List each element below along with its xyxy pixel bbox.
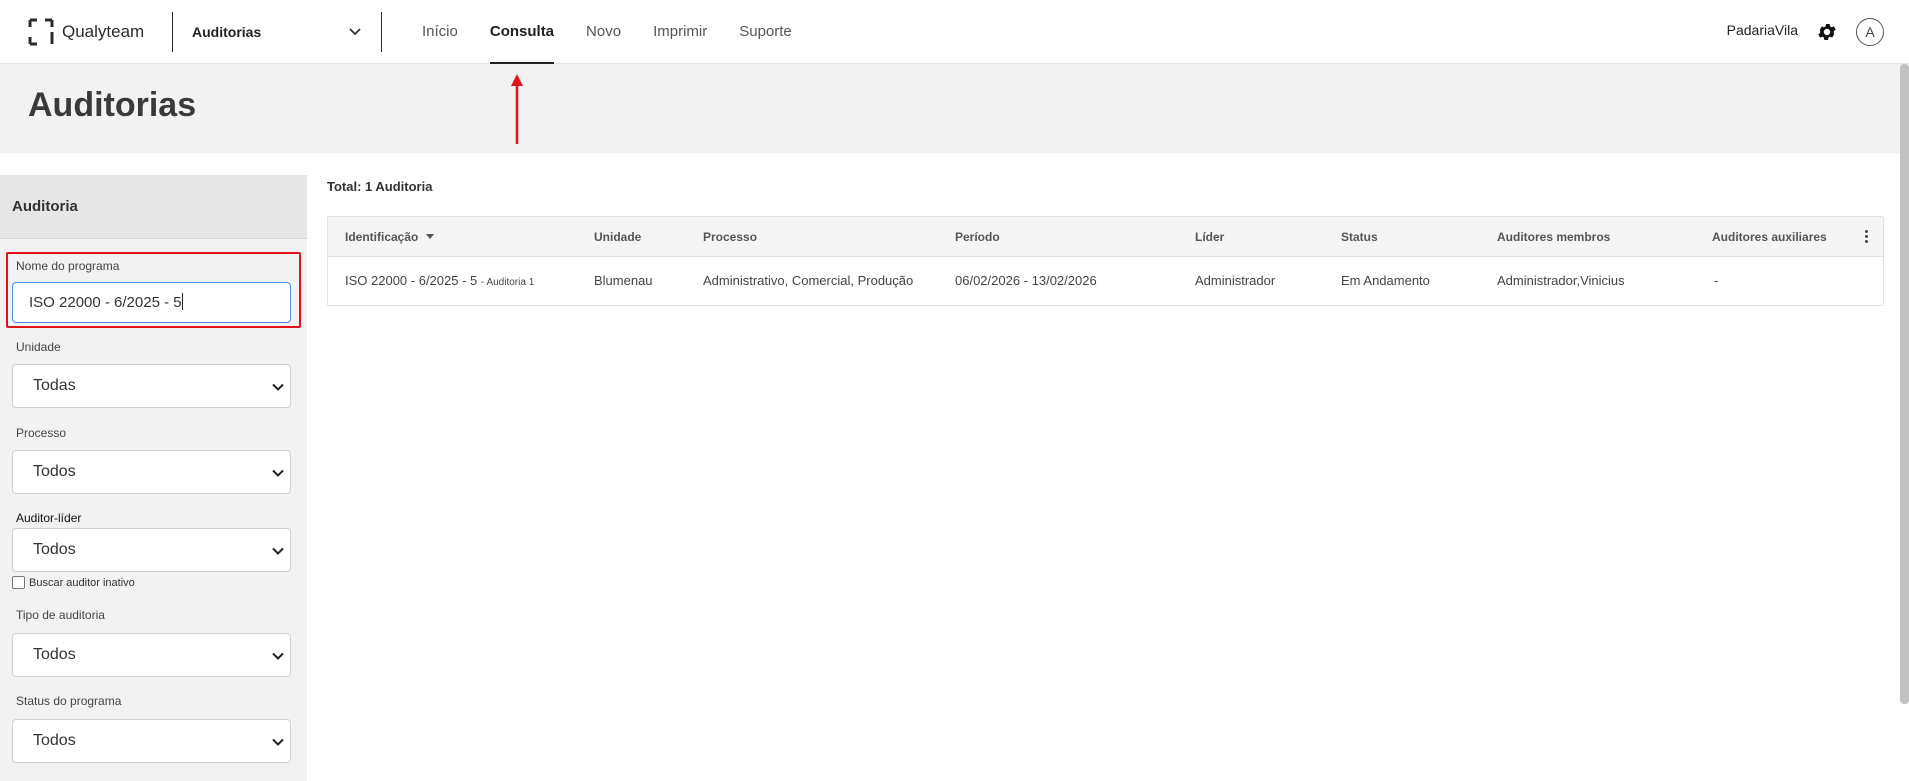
cell-id-suffix: - Auditoria 1 — [480, 277, 535, 288]
avatar[interactable]: A — [1856, 18, 1884, 46]
page-scrollbar[interactable] — [1900, 64, 1909, 704]
table-header: Identificação Unidade Processo Período L… — [328, 217, 1883, 257]
cell-auditores-auxiliares: - — [1714, 273, 1719, 288]
cell-auditores-membros: Administrador,Vinicius — [1497, 273, 1625, 288]
text-caret — [181, 293, 183, 310]
col-auditores-auxiliares[interactable]: Auditores auxiliares — [1712, 217, 1827, 257]
col-label: Identificação — [345, 230, 419, 244]
col-identificacao[interactable]: Identificação — [345, 217, 435, 257]
main-nav: Início Consulta Novo Imprimir Suporte — [406, 0, 808, 64]
nav-suporte[interactable]: Suporte — [723, 0, 808, 64]
process-select[interactable]: Todos — [12, 450, 291, 494]
chevron-down-icon — [272, 469, 284, 477]
audit-type-value: Todos — [33, 646, 76, 663]
gear-icon[interactable] — [1816, 21, 1838, 43]
unit-label: Unidade — [16, 340, 61, 354]
nav-novo[interactable]: Novo — [570, 0, 637, 64]
audit-type-label: Tipo de auditoria — [16, 608, 105, 622]
inactive-auditor-checkbox[interactable]: Buscar auditor inativo — [12, 576, 135, 589]
company-name[interactable]: PadariaVila — [1727, 22, 1798, 38]
audit-type-select[interactable]: Todos — [12, 633, 291, 677]
annotation-arrow-icon — [511, 74, 523, 144]
divider — [381, 12, 382, 52]
column-options-icon[interactable] — [1865, 230, 1869, 244]
program-status-label: Status do programa — [16, 694, 122, 708]
logo-text: Qualyteam — [62, 22, 145, 41]
results-total: Total: 1 Auditoria — [327, 179, 433, 194]
col-periodo[interactable]: Período — [955, 217, 1000, 257]
lead-auditor-value: Todos — [33, 541, 76, 558]
checkbox[interactable] — [12, 576, 25, 589]
nav-imprimir[interactable]: Imprimir — [637, 0, 723, 64]
filter-heading: Auditoria — [0, 175, 307, 239]
table-row[interactable]: ISO 22000 - 6/2025 - 5 - Auditoria 1 Blu… — [328, 257, 1883, 305]
col-unidade[interactable]: Unidade — [594, 217, 641, 257]
divider — [172, 12, 173, 52]
sort-desc-icon — [426, 234, 435, 239]
top-bar: Qualyteam Auditorias Início Consulta Nov… — [0, 0, 1909, 64]
module-selector[interactable]: Auditorias — [192, 20, 362, 44]
nav-inicio[interactable]: Início — [406, 0, 474, 64]
unit-select[interactable]: Todas — [12, 364, 291, 408]
results-table: Identificação Unidade Processo Período L… — [327, 216, 1884, 306]
qualyteam-logo[interactable]: Qualyteam — [28, 17, 144, 47]
page-header: Auditorias — [0, 64, 1909, 153]
col-lider[interactable]: Líder — [1195, 217, 1224, 257]
chevron-down-icon — [272, 547, 284, 555]
program-name-label: Nome do programa — [16, 259, 120, 273]
program-status-select[interactable]: Todos — [12, 719, 291, 763]
process-value: Todos — [33, 463, 76, 480]
chevron-down-icon — [349, 28, 361, 36]
cell-status: Em Andamento — [1341, 273, 1430, 288]
cell-id: ISO 22000 - 6/2025 - 5 — [345, 273, 478, 288]
cell-periodo: 06/02/2026 - 13/02/2026 — [955, 273, 1097, 288]
cell-lider: Administrador — [1195, 273, 1276, 288]
chevron-down-icon — [272, 383, 284, 391]
col-auditores-membros[interactable]: Auditores membros — [1497, 217, 1610, 257]
chevron-down-icon — [272, 738, 284, 746]
page-title: Auditorias — [28, 86, 197, 124]
nav-consulta[interactable]: Consulta — [474, 0, 570, 64]
cell-processo: Administrativo, Comercial, Produção — [703, 273, 914, 288]
process-label: Processo — [16, 426, 67, 440]
logo-icon — [28, 18, 54, 46]
inactive-auditor-label: Buscar auditor inativo — [29, 576, 135, 589]
program-name-input[interactable]: ISO 22000 - 6/2025 - 5 — [12, 282, 291, 323]
lead-auditor-select[interactable]: Todos — [12, 528, 291, 572]
unit-value: Todas — [33, 377, 76, 394]
program-name-value: ISO 22000 - 6/2025 - 5 — [29, 294, 182, 311]
col-status[interactable]: Status — [1341, 217, 1378, 257]
col-processo[interactable]: Processo — [703, 217, 757, 257]
cell-unidade: Blumenau — [594, 273, 653, 288]
chevron-down-icon — [272, 652, 284, 660]
cell-identificacao: ISO 22000 - 6/2025 - 5 - Auditoria 1 — [345, 257, 534, 305]
module-label: Auditorias — [192, 24, 262, 40]
lead-auditor-label: Auditor-líder — [16, 511, 82, 525]
program-status-value: Todos — [33, 732, 76, 749]
